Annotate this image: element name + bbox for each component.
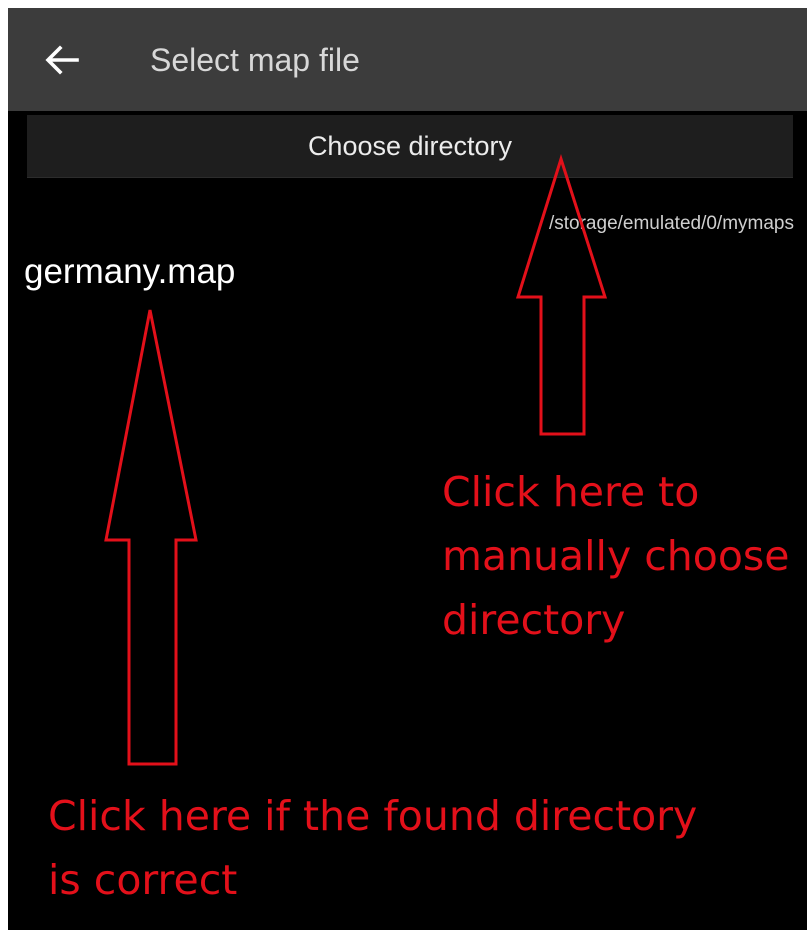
annotation-line: directory [442, 596, 626, 644]
choose-directory-button[interactable]: Choose directory [27, 115, 793, 178]
arrow-to-map-file [104, 309, 198, 766]
back-button[interactable] [38, 36, 86, 84]
arrow-to-choose-directory [515, 154, 608, 436]
screen: Select map file Choose directory /storag… [8, 8, 807, 930]
map-file-item[interactable]: germany.map [24, 252, 235, 292]
annotation-found-directory: Click here if the found directory is cor… [48, 784, 697, 912]
annotation-line: Click here if the found directory [48, 792, 698, 840]
arrow-left-icon [45, 45, 79, 75]
app-bar: Select map file [8, 8, 807, 111]
current-path: /storage/emulated/0/mymaps [548, 213, 794, 234]
annotation-line: is correct [48, 856, 238, 904]
page-title: Select map file [150, 42, 360, 78]
annotation-line: Click here to [442, 468, 700, 516]
annotation-manual-choose: Click here to manually choose directory [442, 460, 790, 652]
annotation-line: manually choose [442, 532, 790, 580]
